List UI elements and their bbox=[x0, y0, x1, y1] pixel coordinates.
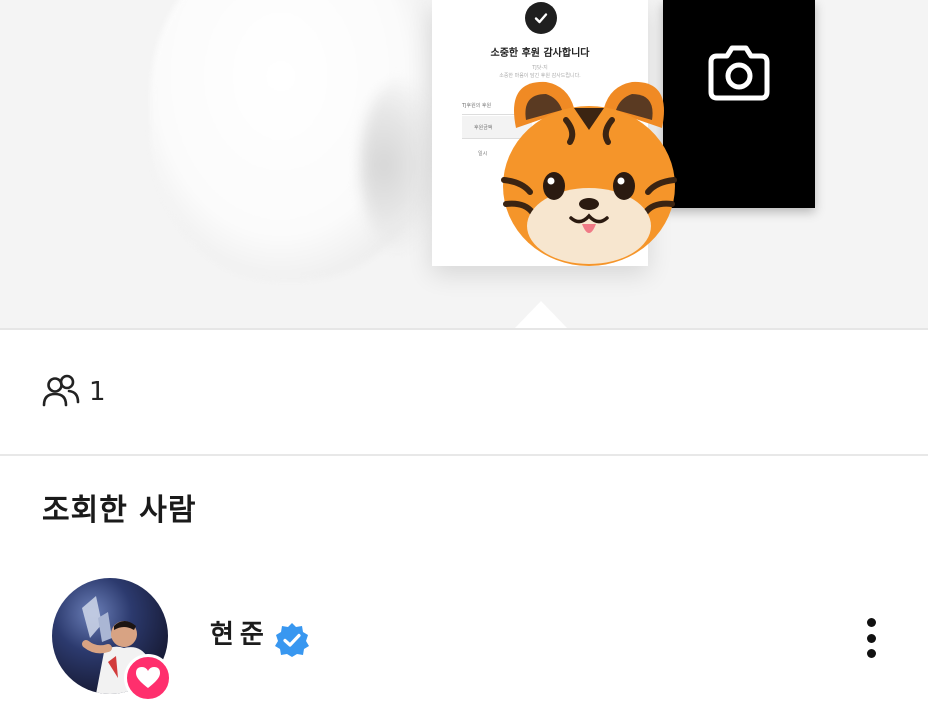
card-cell-a: 후원금액 bbox=[474, 125, 493, 131]
people-icon bbox=[42, 374, 80, 407]
heart-icon bbox=[124, 654, 172, 702]
checkmark-icon bbox=[525, 2, 557, 34]
viewer-count-row bbox=[0, 330, 928, 456]
dot bbox=[866, 633, 876, 643]
more-options-icon[interactable] bbox=[856, 614, 886, 662]
dot bbox=[866, 618, 876, 627]
dot bbox=[866, 649, 876, 658]
camera-icon bbox=[708, 45, 770, 101]
story-viewers-page: 소중한 후원 감사합니다 TJ닷-지 소중한 마음이 담긴 후원 감사드립니다.… bbox=[0, 0, 928, 715]
story-preview-strip: 소중한 후원 감사합니다 TJ닷-지 소중한 마음이 담긴 후원 감사드립니다.… bbox=[0, 0, 928, 330]
verified-icon bbox=[275, 623, 309, 657]
card-table-label: TJ후원의 후원 bbox=[462, 103, 492, 109]
section-title: 조회한 사람 bbox=[42, 493, 197, 528]
viewer-username[interactable]: 현준 bbox=[210, 618, 270, 652]
thumbnail-shadow bbox=[360, 80, 440, 250]
camera-story-thumbnail[interactable] bbox=[663, 0, 815, 208]
card-title: 소중한 후원 감사합니다 bbox=[490, 48, 590, 59]
selection-pointer bbox=[514, 301, 568, 328]
viewer-count: 1 bbox=[89, 377, 106, 407]
card-cell-b: 일시 bbox=[478, 151, 488, 157]
tiger-sticker bbox=[501, 81, 677, 266]
